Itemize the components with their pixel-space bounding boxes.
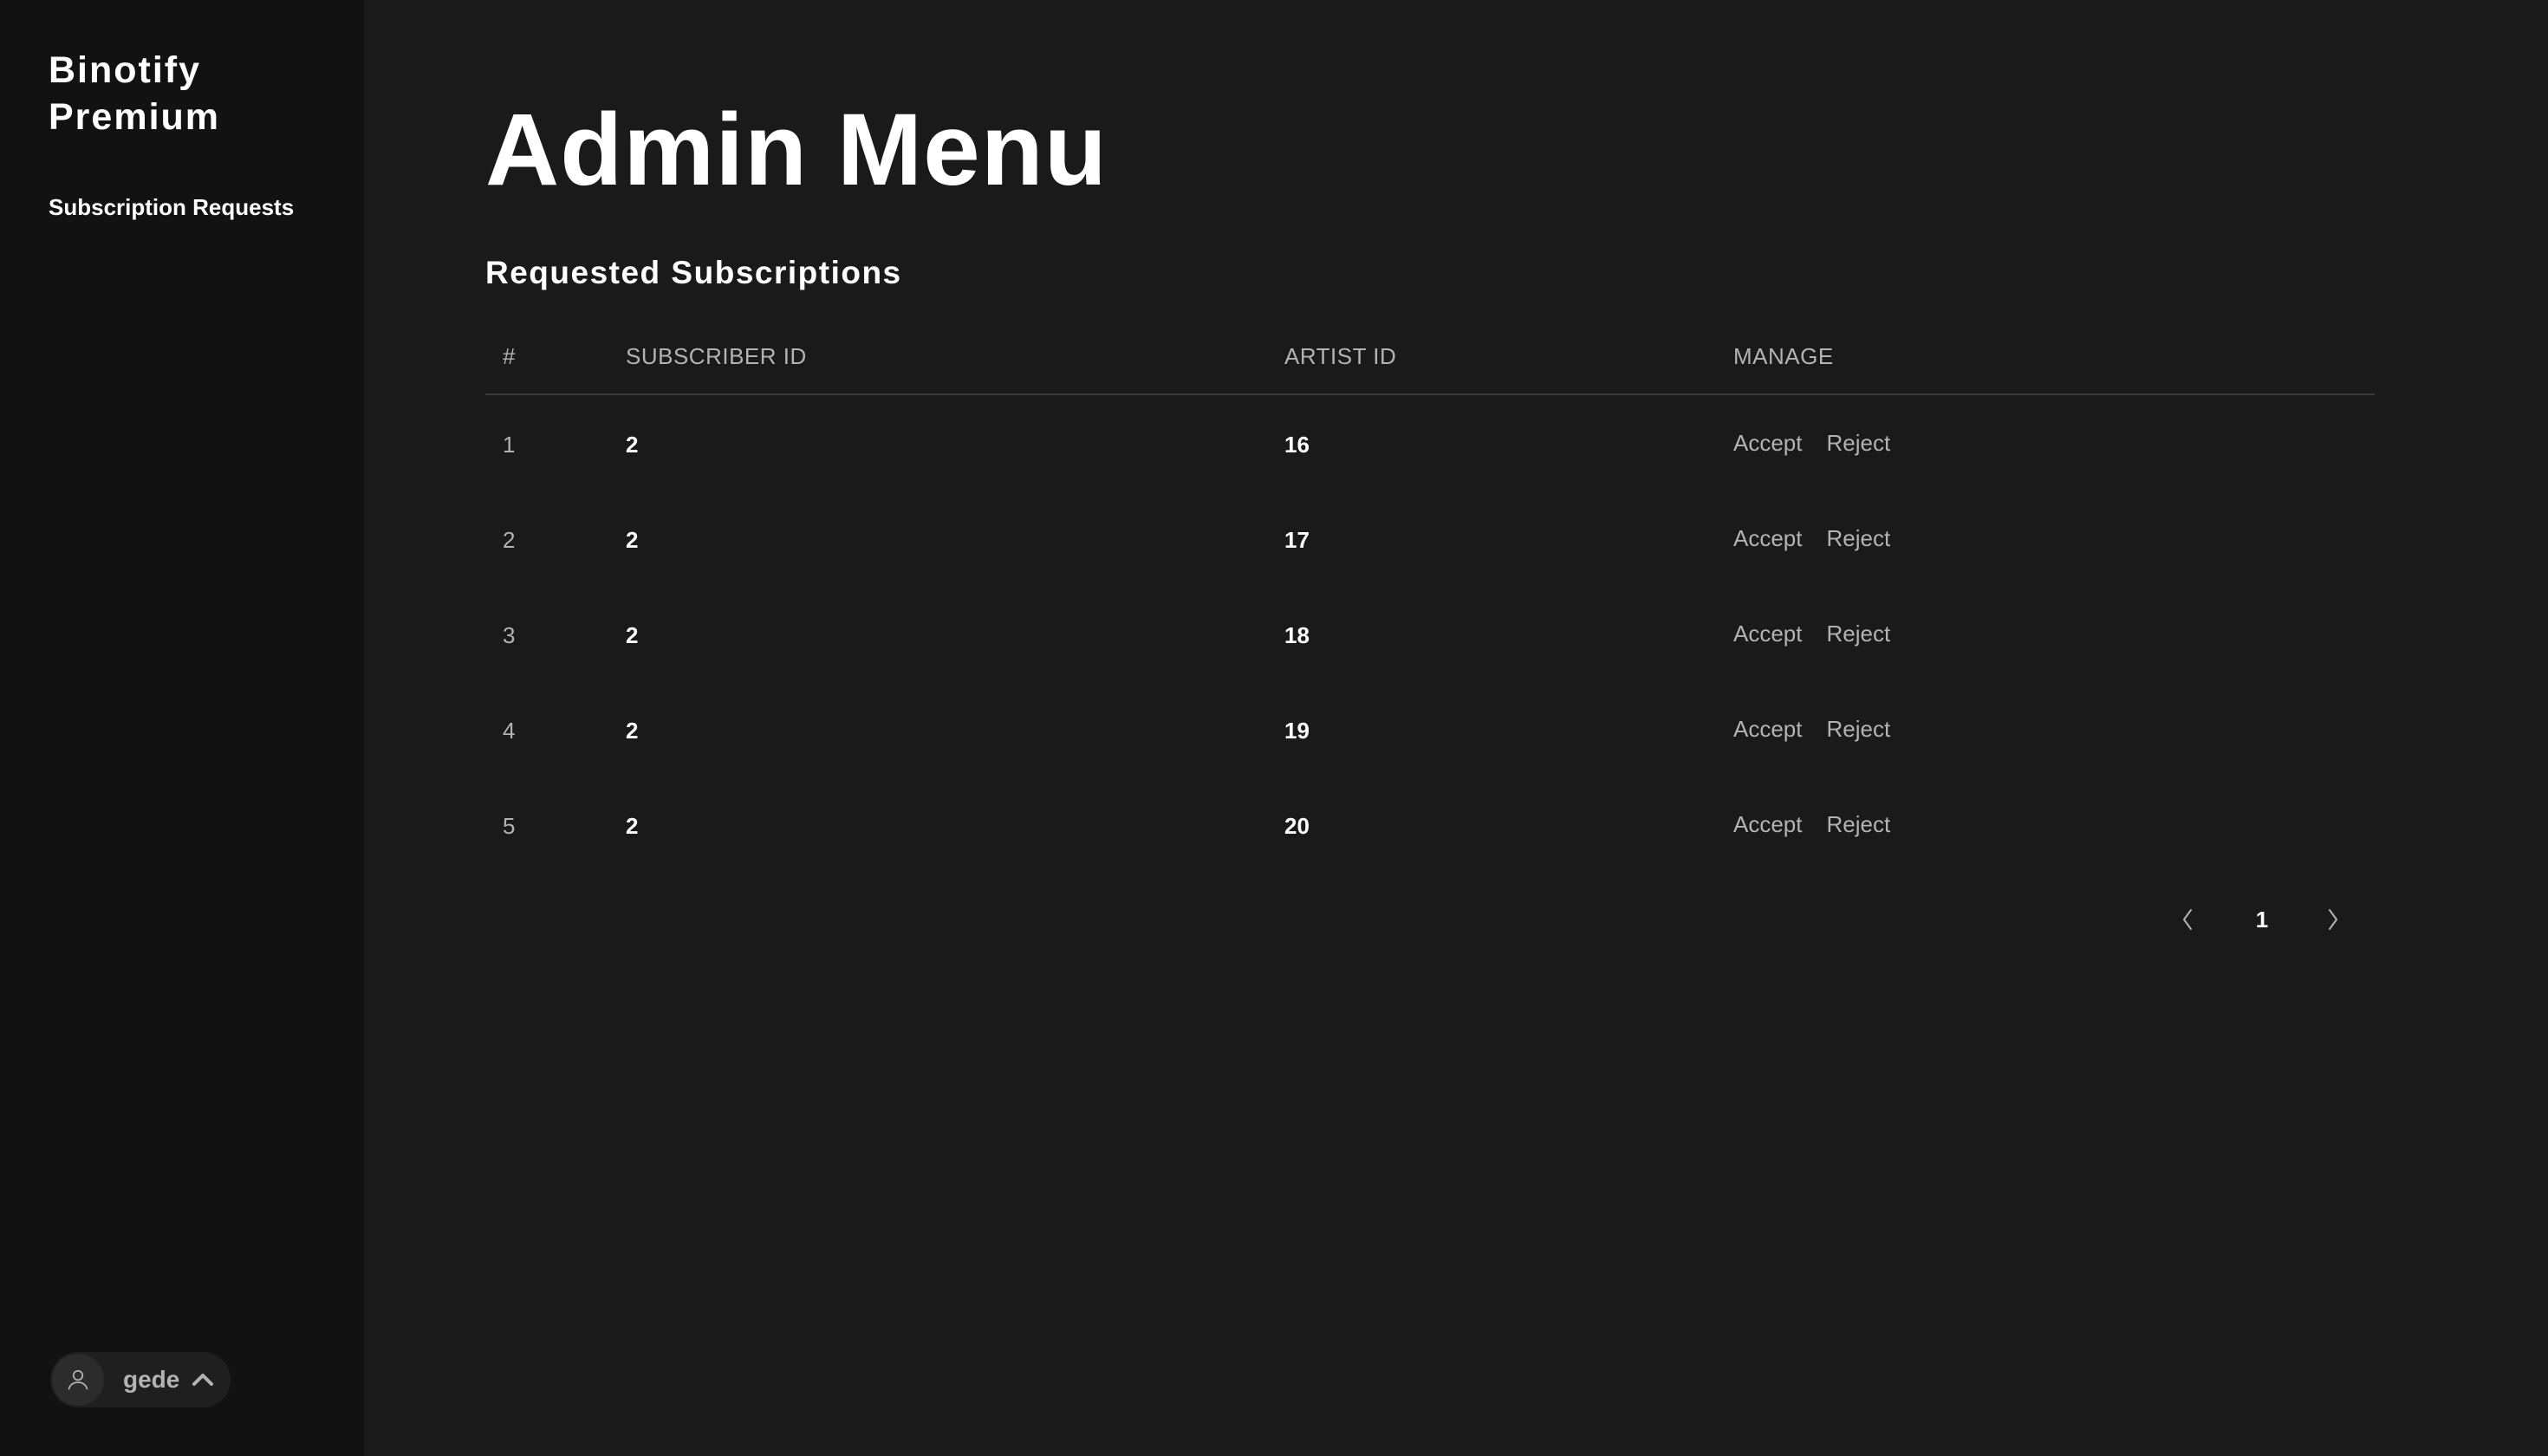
row-number: 1 bbox=[503, 432, 516, 458]
artist-id: 20 bbox=[1284, 813, 1310, 839]
app-root: Binotify Premium Subscription Requests g… bbox=[0, 0, 2548, 1456]
chevron-up-icon bbox=[192, 1372, 214, 1388]
accept-button[interactable]: Accept bbox=[1733, 716, 1803, 743]
column-header-number: # bbox=[503, 343, 516, 369]
brand-title: Binotify Premium bbox=[49, 49, 221, 138]
user-menu-button[interactable]: gede bbox=[50, 1352, 231, 1407]
page-title: Admin Menu bbox=[485, 93, 1108, 207]
accept-button[interactable]: Accept bbox=[1733, 811, 1803, 838]
table-row: 5 2 20 Accept Reject bbox=[485, 777, 2375, 872]
chevron-right-icon[interactable] bbox=[2316, 898, 2350, 941]
row-number: 5 bbox=[503, 813, 516, 839]
sidebar: Binotify Premium Subscription Requests g… bbox=[0, 0, 364, 1456]
chevron-left-icon[interactable] bbox=[2170, 898, 2205, 941]
user-icon bbox=[52, 1354, 104, 1406]
row-number: 3 bbox=[503, 622, 516, 648]
artist-id: 18 bbox=[1284, 622, 1310, 648]
table-row: 4 2 19 Accept Reject bbox=[485, 681, 2375, 777]
row-number: 2 bbox=[503, 527, 516, 553]
subscriber-id: 2 bbox=[626, 718, 639, 744]
column-header-artist-id: ARTIST ID bbox=[1284, 343, 1397, 369]
manage-actions: Accept Reject bbox=[1733, 716, 1890, 743]
column-header-subscriber-id: SUBSCRIBER ID bbox=[626, 343, 807, 369]
pagination-current-page[interactable]: 1 bbox=[2243, 898, 2281, 941]
subscriber-id: 2 bbox=[626, 527, 639, 553]
user-name: gede bbox=[123, 1366, 180, 1393]
reject-button[interactable]: Reject bbox=[1827, 621, 1891, 647]
manage-actions: Accept Reject bbox=[1733, 525, 1890, 552]
column-header-manage: MANAGE bbox=[1733, 343, 1834, 369]
pagination: 1 bbox=[2167, 898, 2357, 941]
manage-actions: Accept Reject bbox=[1733, 430, 1890, 457]
reject-button[interactable]: Reject bbox=[1827, 811, 1891, 838]
reject-button[interactable]: Reject bbox=[1827, 525, 1891, 552]
accept-button[interactable]: Accept bbox=[1733, 430, 1803, 457]
subscriber-id: 2 bbox=[626, 432, 639, 458]
table-header: # SUBSCRIBER ID ARTIST ID MANAGE bbox=[485, 329, 2375, 395]
subscriber-id: 2 bbox=[626, 813, 639, 839]
manage-actions: Accept Reject bbox=[1733, 621, 1890, 647]
subscriptions-table: # SUBSCRIBER ID ARTIST ID MANAGE 1 2 16 … bbox=[485, 329, 2375, 872]
subscriber-id: 2 bbox=[626, 622, 639, 648]
sidebar-item-subscription-requests[interactable]: Subscription Requests bbox=[49, 194, 294, 221]
table-row: 3 2 18 Accept Reject bbox=[485, 586, 2375, 681]
accept-button[interactable]: Accept bbox=[1733, 525, 1803, 552]
artist-id: 19 bbox=[1284, 718, 1310, 744]
manage-actions: Accept Reject bbox=[1733, 811, 1890, 838]
artist-id: 16 bbox=[1284, 432, 1310, 458]
reject-button[interactable]: Reject bbox=[1827, 716, 1891, 743]
table-row: 2 2 17 Accept Reject bbox=[485, 491, 2375, 586]
row-number: 4 bbox=[503, 718, 516, 744]
artist-id: 17 bbox=[1284, 527, 1310, 553]
section-title: Requested Subscriptions bbox=[485, 255, 902, 290]
table-row: 1 2 16 Accept Reject bbox=[485, 395, 2375, 491]
accept-button[interactable]: Accept bbox=[1733, 621, 1803, 647]
reject-button[interactable]: Reject bbox=[1827, 430, 1891, 457]
